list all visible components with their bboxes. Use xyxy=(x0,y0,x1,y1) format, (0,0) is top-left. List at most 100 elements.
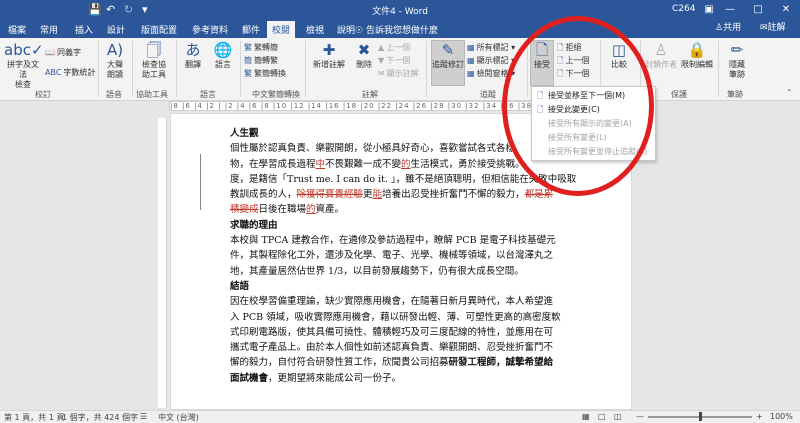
block-authors-button[interactable]: ♙ 封鎖作者 xyxy=(644,41,678,70)
zoom-in-icon[interactable]: + xyxy=(756,412,763,421)
track-changes-icon: ✎ xyxy=(441,41,455,59)
paragraph-line: 積變成日後在職場的資產。 xyxy=(230,204,345,216)
zoom-slider-thumb[interactable] xyxy=(698,412,702,421)
conversion-label: 繁簡轉換 xyxy=(254,69,286,78)
group-separator xyxy=(240,41,241,97)
minimize-icon[interactable]: — xyxy=(722,2,738,18)
tab-design[interactable]: 設計 xyxy=(107,23,125,36)
thesaurus-label: 同義字 xyxy=(56,48,81,57)
restrict-editing-label: 限制編輯 xyxy=(681,60,713,69)
group-label-accessibility: 協助工具 xyxy=(136,90,168,99)
insertion-mark: 能 xyxy=(372,189,383,201)
close-icon[interactable]: ✕ xyxy=(778,2,794,18)
hide-ink-button[interactable]: ✏ 隱藏 筆跡 xyxy=(724,41,750,80)
share-label: 共用 xyxy=(723,23,742,33)
zoom-out-icon[interactable]: — xyxy=(636,412,644,421)
markup-label: 所有標記 xyxy=(476,43,509,52)
status-bar: 第 1 頁，共 1 頁 1 個字，共 424 個字 ☰ 中文 (台灣) ▦ □ … xyxy=(0,410,800,423)
heading-conclusion: 結語 xyxy=(230,280,250,292)
web-layout-icon[interactable]: ◫ xyxy=(614,412,622,421)
translate-label: 翻譯 xyxy=(185,60,201,69)
read-mode-icon[interactable]: ▦ xyxy=(582,412,590,421)
tab-review[interactable]: 校閱 xyxy=(267,21,296,38)
show-comments-button[interactable]: ✉ 顯示註解 xyxy=(378,68,419,79)
new-comment-label: 新增註解 xyxy=(313,60,345,69)
tab-help[interactable]: 說明 xyxy=(337,23,355,36)
tab-layout[interactable]: 版面配置 xyxy=(141,23,177,36)
block-authors-icon: ♙ xyxy=(654,41,668,59)
tab-view[interactable]: 檢視 xyxy=(306,23,324,36)
vertical-ruler[interactable] xyxy=(158,118,167,408)
delete-comment-button[interactable]: ✖ 刪除 xyxy=(352,41,376,70)
page-count[interactable]: 第 1 頁，共 1 頁 xyxy=(4,412,64,423)
share-button[interactable]: ♙共用 xyxy=(715,21,755,36)
paragraph-line: 度，是籍信「Trust me. I can do it. 」，雖不是絕頂聰明，但… xyxy=(230,173,576,185)
ribbon-display-icon[interactable]: ▣ xyxy=(701,2,717,18)
tab-file[interactable]: 檔案 xyxy=(8,23,26,36)
tab-insert[interactable]: 插入 xyxy=(75,23,93,36)
print-layout-icon[interactable]: □ xyxy=(598,412,606,421)
proofing-status-icon[interactable]: ☰ xyxy=(140,412,147,421)
insertion-mark: 的 xyxy=(401,158,411,170)
conversion-button[interactable]: 繁繁簡轉換 xyxy=(244,68,286,79)
group-label-comments: 註解 xyxy=(362,90,378,99)
group-label-protect: 保護 xyxy=(671,90,687,99)
group-label-tracking: 追蹤 xyxy=(480,90,496,99)
check-accessibility-button[interactable]: 🗍 檢查協 助工具 xyxy=(136,41,172,80)
insertion-mark: 的 xyxy=(306,204,316,216)
insertion-mark: 中 xyxy=(315,158,326,170)
next-comment-button[interactable]: ▼ 下一個 xyxy=(378,55,410,66)
markup-dropdown[interactable]: ▦ 所有標記 ▾ xyxy=(467,42,515,53)
paragraph-line: 件，其製程除化工外，還涉及化學、電子、光學、機械等領域，以台灣澤丸之 xyxy=(230,250,554,262)
group-label-ink: 筆跡 xyxy=(727,90,743,99)
conversion-icon: 繁 xyxy=(244,69,252,78)
spell-check-icon: abc✓ xyxy=(4,41,44,59)
delete-comment-label: 刪除 xyxy=(356,60,372,69)
to-simplified-button[interactable]: 繁繁轉簡 xyxy=(244,42,278,53)
heading-job-reason: 求職的理由 xyxy=(230,219,278,231)
paragraph-line: 教訓成長的人，除獲得寶貴經驗更能培養出忍受挫折奮鬥不懈的毅力，都是累 xyxy=(230,189,554,201)
paragraph-line: 入 PCB 領域，吸收實際應用機會，藉以研發出輕、薄、可塑性更高的高密度軟 xyxy=(230,311,561,323)
to-traditional-button[interactable]: 簡簡轉繁 xyxy=(244,55,278,66)
comment-icon: ✉ xyxy=(760,23,768,33)
show-comments-label: 顯示註解 xyxy=(386,69,419,78)
collapse-ribbon-icon[interactable]: ⌃ xyxy=(786,88,793,97)
track-changes-button[interactable]: ✎ 追蹤修訂 xyxy=(431,41,465,70)
show-markup-button[interactable]: ▦ 顯示標記 ▾ xyxy=(467,55,515,66)
paragraph-line: 地，其產量居然佔世界 1/3，以目前發展趨勢下，仍有很大成長空間。 xyxy=(230,265,524,277)
group-label-proofing: 校訂 xyxy=(35,90,51,99)
paragraph-line: 式印刷電路版，使其具備可撓性、體積輕巧及可三度配線的特性，並應用在可 xyxy=(230,326,554,338)
maximize-icon[interactable]: □ xyxy=(750,2,766,18)
spelling-grammar-button[interactable]: abc✓ 拼字及文法 檢查 xyxy=(4,41,44,90)
tab-mailings[interactable]: 郵件 xyxy=(242,23,260,36)
group-separator xyxy=(132,41,133,97)
translate-icon: あ xyxy=(185,41,201,59)
new-comment-button[interactable]: ✚ 新增註解 xyxy=(309,41,349,70)
markup-icon: ▦ xyxy=(467,43,475,52)
translate-button[interactable]: あ 翻譯 xyxy=(180,41,206,70)
tab-references[interactable]: 參考資料 xyxy=(192,23,228,36)
thesaurus-button[interactable]: 📖 同義字 xyxy=(45,47,81,58)
previous-comment-button[interactable]: ▲ 上一個 xyxy=(378,42,410,53)
language-status[interactable]: 中文 (台灣) xyxy=(158,412,199,423)
simp-trad-icon: 簡 xyxy=(244,56,252,65)
book-icon: 📖 xyxy=(45,48,55,57)
tab-home[interactable]: 常用 xyxy=(40,23,58,36)
user-name[interactable]: C264 xyxy=(672,4,695,14)
group-label-speech: 語音 xyxy=(106,90,122,99)
language-button[interactable]: 🌐 語言 xyxy=(210,41,236,70)
deletion-mark: 除獲得寶貴經驗 xyxy=(296,189,364,201)
restrict-editing-button[interactable]: 🔒 限制編輯 xyxy=(680,41,714,70)
zoom-level[interactable]: 100% xyxy=(770,412,793,421)
word-count[interactable]: 1 個字，共 424 個字 xyxy=(62,412,138,423)
read-aloud-label: 大聲 朗讀 xyxy=(107,60,123,79)
paragraph-line: 本校與 TPCA 建教合作，在遴修及參訪過程中，瞭解 PCB 是電子科技基礎元 xyxy=(230,235,556,247)
word-count-button[interactable]: ABC 字數統計 xyxy=(45,67,95,78)
comments-label: 註解 xyxy=(767,23,786,33)
read-aloud-button[interactable]: A) 大聲 朗讀 xyxy=(102,41,128,80)
tell-me-search[interactable]: ☉ 告訴我您想做什麼 xyxy=(355,23,438,36)
show-markup-label: 顯示標記 xyxy=(476,56,509,65)
delete-comment-icon: ✖ xyxy=(357,41,371,59)
person-icon: ♙ xyxy=(715,23,724,33)
comments-button[interactable]: ✉註解 xyxy=(760,21,798,36)
